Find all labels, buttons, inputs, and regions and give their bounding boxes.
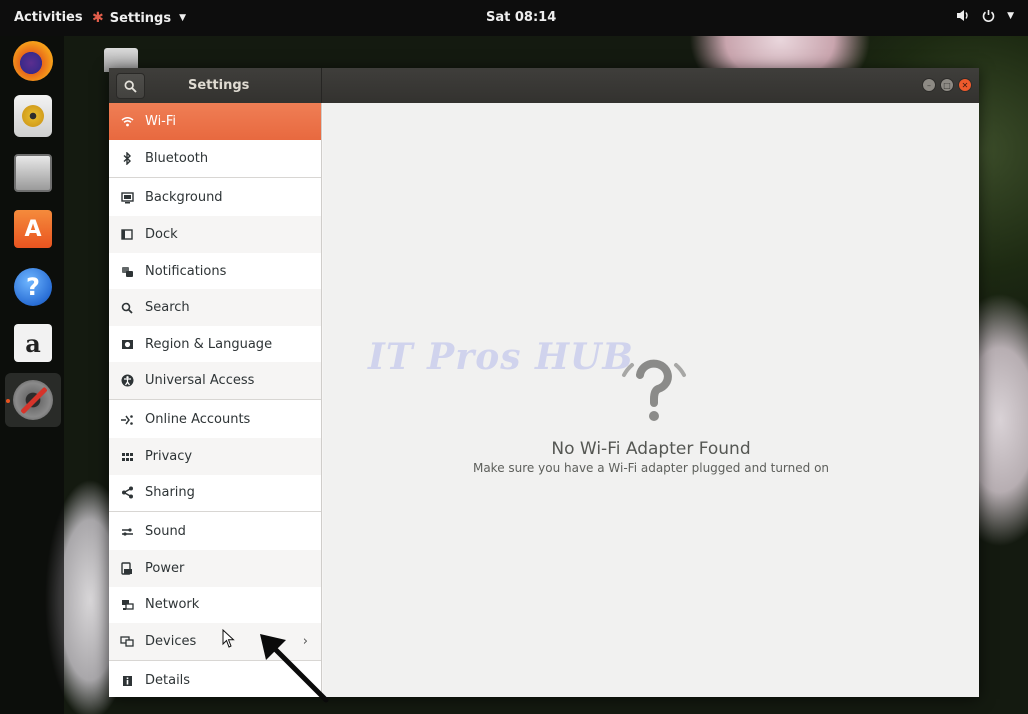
privacy-icon <box>109 452 145 462</box>
sidebar-item-search[interactable]: Search <box>109 289 321 326</box>
sidebar-item-label: Region & Language <box>145 337 273 352</box>
sidebar-item-sharing[interactable]: Sharing <box>109 474 321 511</box>
power-icon <box>109 562 145 575</box>
sidebar-item-label: Details <box>145 673 191 688</box>
sidebar-item-privacy[interactable]: Privacy <box>109 438 321 475</box>
software-icon: A <box>14 210 52 248</box>
sidebar-item-label: Dock <box>145 227 178 242</box>
sidebar-item-network[interactable]: Network <box>109 586 321 623</box>
search-icon <box>124 80 137 93</box>
sidebar-item-dock[interactable]: Dock <box>109 216 321 253</box>
network-icon <box>109 599 145 611</box>
sidebar-item-label: Online Accounts <box>145 412 251 427</box>
title-bar-left: Settings <box>109 68 322 103</box>
maximize-button[interactable]: □ <box>940 78 954 92</box>
dock: A ? a <box>0 36 64 714</box>
dock-rhythmbox[interactable] <box>10 93 56 139</box>
dock-settings[interactable] <box>5 373 61 427</box>
amazon-icon: a <box>14 324 52 362</box>
minimize-icon: – <box>927 80 931 90</box>
sidebar-item-label: Power <box>145 561 185 576</box>
divider <box>109 177 321 178</box>
sidebar-item-label: Universal Access <box>145 373 255 388</box>
settings-window: Settings – □ ✕ Wi-Fi Bluetooth Backgroun… <box>109 68 979 697</box>
background-icon <box>109 191 145 204</box>
sound-icon <box>109 527 145 537</box>
search-icon <box>109 302 145 314</box>
firefox-icon <box>13 41 53 81</box>
settings-sidebar: Wi-Fi Bluetooth Background Dock Notifica… <box>109 103 322 697</box>
sidebar-item-wifi[interactable]: Wi-Fi <box>109 103 321 140</box>
sidebar-item-notifications[interactable]: Notifications <box>109 253 321 290</box>
dock-software[interactable]: A <box>10 206 56 252</box>
divider <box>109 511 321 512</box>
sidebar-item-background[interactable]: Background <box>109 179 321 216</box>
universal-access-icon <box>109 374 145 387</box>
clock[interactable]: Sat 08:14 <box>486 10 556 25</box>
close-button[interactable]: ✕ <box>958 78 972 92</box>
top-bar: Activities ✱ Settings ▼ Sat 08:14 ▼ <box>0 0 1028 36</box>
sharing-icon <box>109 486 145 499</box>
files-icon <box>14 154 52 192</box>
sidebar-item-power[interactable]: Power <box>109 550 321 587</box>
help-icon: ? <box>14 268 52 306</box>
sidebar-item-bluetooth[interactable]: Bluetooth <box>109 140 321 177</box>
sidebar-item-label: Search <box>145 300 190 315</box>
dock-help[interactable]: ? <box>10 264 56 310</box>
wifi-icon <box>109 116 145 127</box>
window-title: Settings <box>188 78 250 93</box>
sidebar-item-label: Bluetooth <box>145 151 209 166</box>
title-bar: Settings – □ ✕ <box>109 68 979 103</box>
minimize-button[interactable]: – <box>922 78 936 92</box>
sidebar-item-label: Background <box>145 190 223 205</box>
sidebar-item-label: Network <box>145 597 200 612</box>
tray-caret-icon: ▼ <box>1007 10 1014 21</box>
power-icon <box>982 10 995 22</box>
sidebar-item-universal-access[interactable]: Universal Access <box>109 362 321 399</box>
empty-state-title: No Wi-Fi Adapter Found <box>551 439 751 459</box>
sidebar-item-label: Sound <box>145 524 186 539</box>
volume-icon <box>957 10 968 21</box>
empty-state-subtitle: Make sure you have a Wi-Fi adapter plugg… <box>472 461 830 475</box>
sidebar-item-label: Sharing <box>145 485 195 500</box>
mouse-cursor-icon <box>222 629 235 648</box>
sidebar-item-region-language[interactable]: Region & Language <box>109 326 321 363</box>
search-button[interactable] <box>116 73 145 99</box>
sidebar-item-label: Devices <box>145 634 197 649</box>
region-icon <box>109 339 145 350</box>
sidebar-item-label: Privacy <box>145 449 193 464</box>
running-indicator <box>6 399 10 403</box>
sidebar-item-sound[interactable]: Sound <box>109 513 321 550</box>
rhythmbox-icon <box>14 95 52 137</box>
annotation-arrow-icon <box>260 634 329 703</box>
sidebar-item-label: Notifications <box>145 264 227 279</box>
app-menu-label: Settings <box>109 10 172 26</box>
settings-icon <box>13 380 53 420</box>
question-mark-icon <box>622 359 686 421</box>
activities-button[interactable]: Activities <box>14 10 83 25</box>
wifi-panel: No Wi-Fi Adapter Found Make sure you hav… <box>323 103 979 697</box>
details-icon <box>109 675 145 687</box>
dock-files[interactable] <box>10 150 56 196</box>
dock-icon <box>109 228 145 241</box>
online-accounts-icon <box>109 414 145 426</box>
dock-firefox[interactable] <box>10 38 56 84</box>
maximize-icon: □ <box>943 80 951 90</box>
devices-icon <box>109 636 145 647</box>
notifications-icon <box>109 266 145 278</box>
settings-gear-icon: ✱ <box>92 10 104 26</box>
divider <box>109 399 321 400</box>
dock-amazon[interactable]: a <box>10 320 56 366</box>
sidebar-item-label: Wi-Fi <box>145 114 177 129</box>
caret-down-icon: ▼ <box>179 13 187 23</box>
system-tray[interactable]: ▼ <box>956 9 1014 22</box>
sidebar-item-online-accounts[interactable]: Online Accounts <box>109 401 321 438</box>
app-menu[interactable]: ✱ Settings ▼ <box>92 10 186 26</box>
bluetooth-icon <box>109 152 145 165</box>
close-icon: ✕ <box>961 80 969 90</box>
